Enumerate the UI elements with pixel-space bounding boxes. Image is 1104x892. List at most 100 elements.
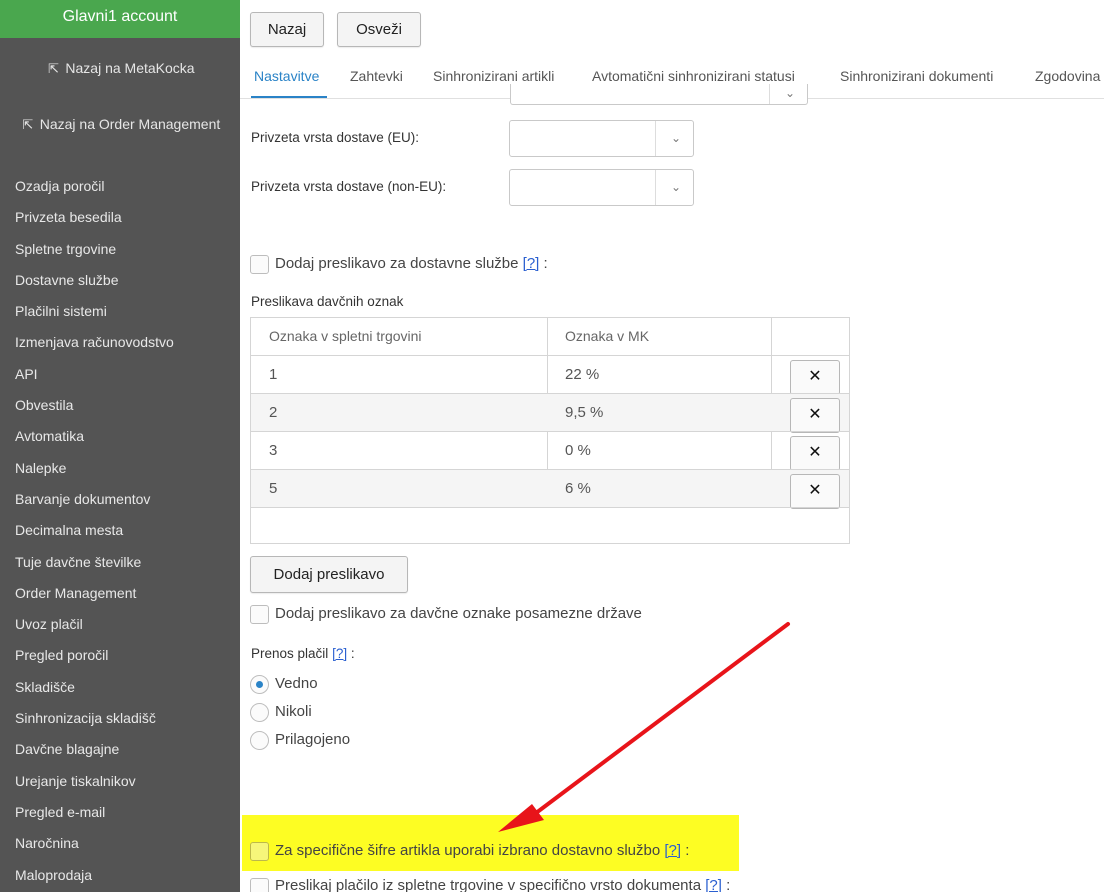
table-row: 1 22 % ✕: [251, 355, 849, 395]
payment-never-label: Nikoli: [275, 703, 312, 720]
shop-tax-cell: 1: [269, 366, 278, 383]
colon: :: [543, 255, 548, 272]
delivery-non-eu-label: Privzeta vrsta dostave (non-EU):: [251, 179, 447, 194]
delete-row-button[interactable]: ✕: [790, 398, 840, 433]
tab-synced-items[interactable]: Sinhronizirani artikli: [433, 68, 554, 84]
back-to-order-management-label: Nazaj na Order Management: [39, 116, 221, 132]
header-shop-tax: Oznaka v spletni trgovini: [269, 328, 422, 344]
sidebar-item[interactable]: Izmenjava računovodstvo: [0, 331, 240, 362]
mk-tax-cell: 0 %: [565, 442, 591, 459]
tab-history[interactable]: Zgodovina: [1035, 68, 1100, 84]
tax-mapping-table: Oznaka v spletni trgovini Oznaka v MK 1 2…: [250, 317, 850, 544]
payment-custom-radio[interactable]: [250, 731, 269, 750]
sidebar-item[interactable]: Sinhronizacija skladišč: [0, 707, 240, 738]
sidebar-item[interactable]: Uvoz plačil: [0, 613, 240, 644]
specific-sku-label: Za specifične šifre artikla uporabi izbr…: [275, 842, 689, 859]
tab-auto-synced-statuses[interactable]: Avtomatični sinhronizirani statusi: [592, 68, 795, 84]
sign-out-icon: ⇱: [47, 61, 59, 76]
sidebar-item[interactable]: Pregled poročil: [0, 644, 240, 675]
delivery-eu-label: Privzeta vrsta dostave (EU):: [251, 130, 420, 145]
payment-always-label: Vedno: [275, 675, 318, 692]
table-row: 2 9,5 % ✕: [251, 393, 849, 433]
sidebar-item[interactable]: Tuje davčne številke: [0, 551, 240, 582]
map-payment-checkbox[interactable]: [250, 878, 269, 892]
account-name[interactable]: Glavni1 account: [0, 0, 240, 38]
chevron-down-icon: ⌄: [670, 131, 681, 145]
sidebar-item[interactable]: API: [0, 363, 240, 394]
map-payment-help-link[interactable]: [?]: [705, 877, 722, 892]
payment-never-radio[interactable]: [250, 703, 269, 722]
chevron-down-icon: ⌄: [784, 86, 795, 100]
shop-tax-cell: 3: [269, 442, 278, 459]
delivery-map-checkbox[interactable]: [250, 255, 269, 274]
back-to-metakocka-link[interactable]: ⇱ Nazaj na MetaKocka: [0, 60, 240, 77]
back-button[interactable]: Nazaj: [250, 12, 324, 47]
colon: :: [350, 646, 355, 661]
select-separator: [655, 170, 656, 205]
sidebar-item[interactable]: Barvanje dokumentov: [0, 488, 240, 519]
specific-sku-help-link[interactable]: [?]: [664, 842, 681, 859]
tax-map-title: Preslikava davčnih oznak: [251, 294, 404, 309]
active-tab-indicator: [251, 96, 327, 98]
delivery-map-text: Dodaj preslikavo za dostavne službe: [275, 255, 519, 272]
sidebar-item[interactable]: Pregled e-mail: [0, 801, 240, 832]
mk-tax-cell: 9,5 %: [565, 404, 604, 421]
country-tax-map-checkbox[interactable]: [250, 605, 269, 624]
chevron-down-icon: ⌄: [670, 180, 681, 194]
sidebar-item[interactable]: Maloprodaja: [0, 864, 240, 892]
colon: :: [726, 877, 731, 892]
tab-synced-documents[interactable]: Sinhronizirani dokumenti: [840, 68, 993, 84]
shop-tax-cell: 2: [269, 404, 278, 421]
sidebar-nav: Ozadja poročil Privzeta besedila Spletne t…: [0, 175, 240, 892]
map-payment-text: Preslikaj plačilo iz spletne trgovine v …: [275, 877, 702, 892]
table-row: 3 0 % ✕: [251, 431, 849, 471]
delete-row-button[interactable]: ✕: [790, 436, 840, 471]
select-separator: [655, 121, 656, 156]
mk-tax-cell: 22 %: [565, 366, 600, 383]
payment-transfer-label: Prenos plačil [?] :: [251, 646, 355, 661]
sidebar-item[interactable]: Privzeta besedila: [0, 206, 240, 237]
add-mapping-button[interactable]: Dodaj preslikavo: [250, 556, 408, 593]
sidebar-item[interactable]: Decimalna mesta: [0, 519, 240, 550]
delivery-map-label: Dodaj preslikavo za dostavne službe [?] …: [275, 255, 548, 272]
table-row: 5 6 % ✕: [251, 469, 849, 509]
specific-sku-text: Za specifične šifre artikla uporabi izbr…: [275, 842, 661, 859]
sidebar: Glavni1 account ⇱ Nazaj na MetaKocka ⇱ Naz…: [0, 0, 240, 892]
hidden-select[interactable]: ⌄: [510, 84, 808, 105]
sidebar-item[interactable]: Avtomatika: [0, 425, 240, 456]
payment-transfer-text: Prenos plačil: [251, 646, 329, 661]
payment-always-radio[interactable]: [250, 675, 269, 694]
sign-out-icon: ⇱: [22, 117, 34, 132]
delete-row-button[interactable]: ✕: [790, 360, 840, 395]
specific-sku-checkbox[interactable]: [250, 842, 269, 861]
country-tax-map-label: Dodaj preslikavo za davčne oznake posame…: [275, 605, 642, 622]
main-content: Nazaj Osveži Nastavitve Zahtevki Sinhron…: [240, 0, 1104, 892]
sidebar-item[interactable]: Order Management: [0, 582, 240, 613]
header-mk-tax: Oznaka v MK: [565, 328, 650, 344]
back-to-order-management-link[interactable]: ⇱ Nazaj na Order Management: [0, 116, 240, 133]
sidebar-item[interactable]: Obvestila: [0, 394, 240, 425]
tab-requests[interactable]: Zahtevki: [350, 68, 403, 84]
refresh-button[interactable]: Osveži: [337, 12, 421, 47]
sidebar-item[interactable]: Dostavne službe: [0, 269, 240, 300]
sidebar-item[interactable]: Spletne trgovine: [0, 238, 240, 269]
sidebar-item[interactable]: Naročnina: [0, 832, 240, 863]
delete-row-button[interactable]: ✕: [790, 474, 840, 509]
shop-tax-cell: 5: [269, 480, 278, 497]
tab-settings[interactable]: Nastavitve: [254, 68, 319, 84]
sidebar-item[interactable]: Skladišče: [0, 676, 240, 707]
delivery-eu-select[interactable]: ⌄: [509, 120, 694, 157]
delivery-map-help-link[interactable]: [?]: [523, 255, 540, 272]
sidebar-item[interactable]: Plačilni sistemi: [0, 300, 240, 331]
select-separator: [769, 84, 770, 104]
mk-tax-cell: 6 %: [565, 480, 591, 497]
arrow-shaft: [530, 622, 790, 818]
sidebar-item[interactable]: Nalepke: [0, 457, 240, 488]
delivery-non-eu-select[interactable]: ⌄: [509, 169, 694, 206]
payment-transfer-help-link[interactable]: [?]: [332, 646, 347, 661]
sidebar-item[interactable]: Ozadja poročil: [0, 175, 240, 206]
sidebar-item[interactable]: Urejanje tiskalnikov: [0, 770, 240, 801]
map-payment-label: Preslikaj plačilo iz spletne trgovine v …: [275, 877, 730, 892]
table-empty-row: [251, 507, 849, 508]
sidebar-item[interactable]: Davčne blagajne: [0, 738, 240, 769]
